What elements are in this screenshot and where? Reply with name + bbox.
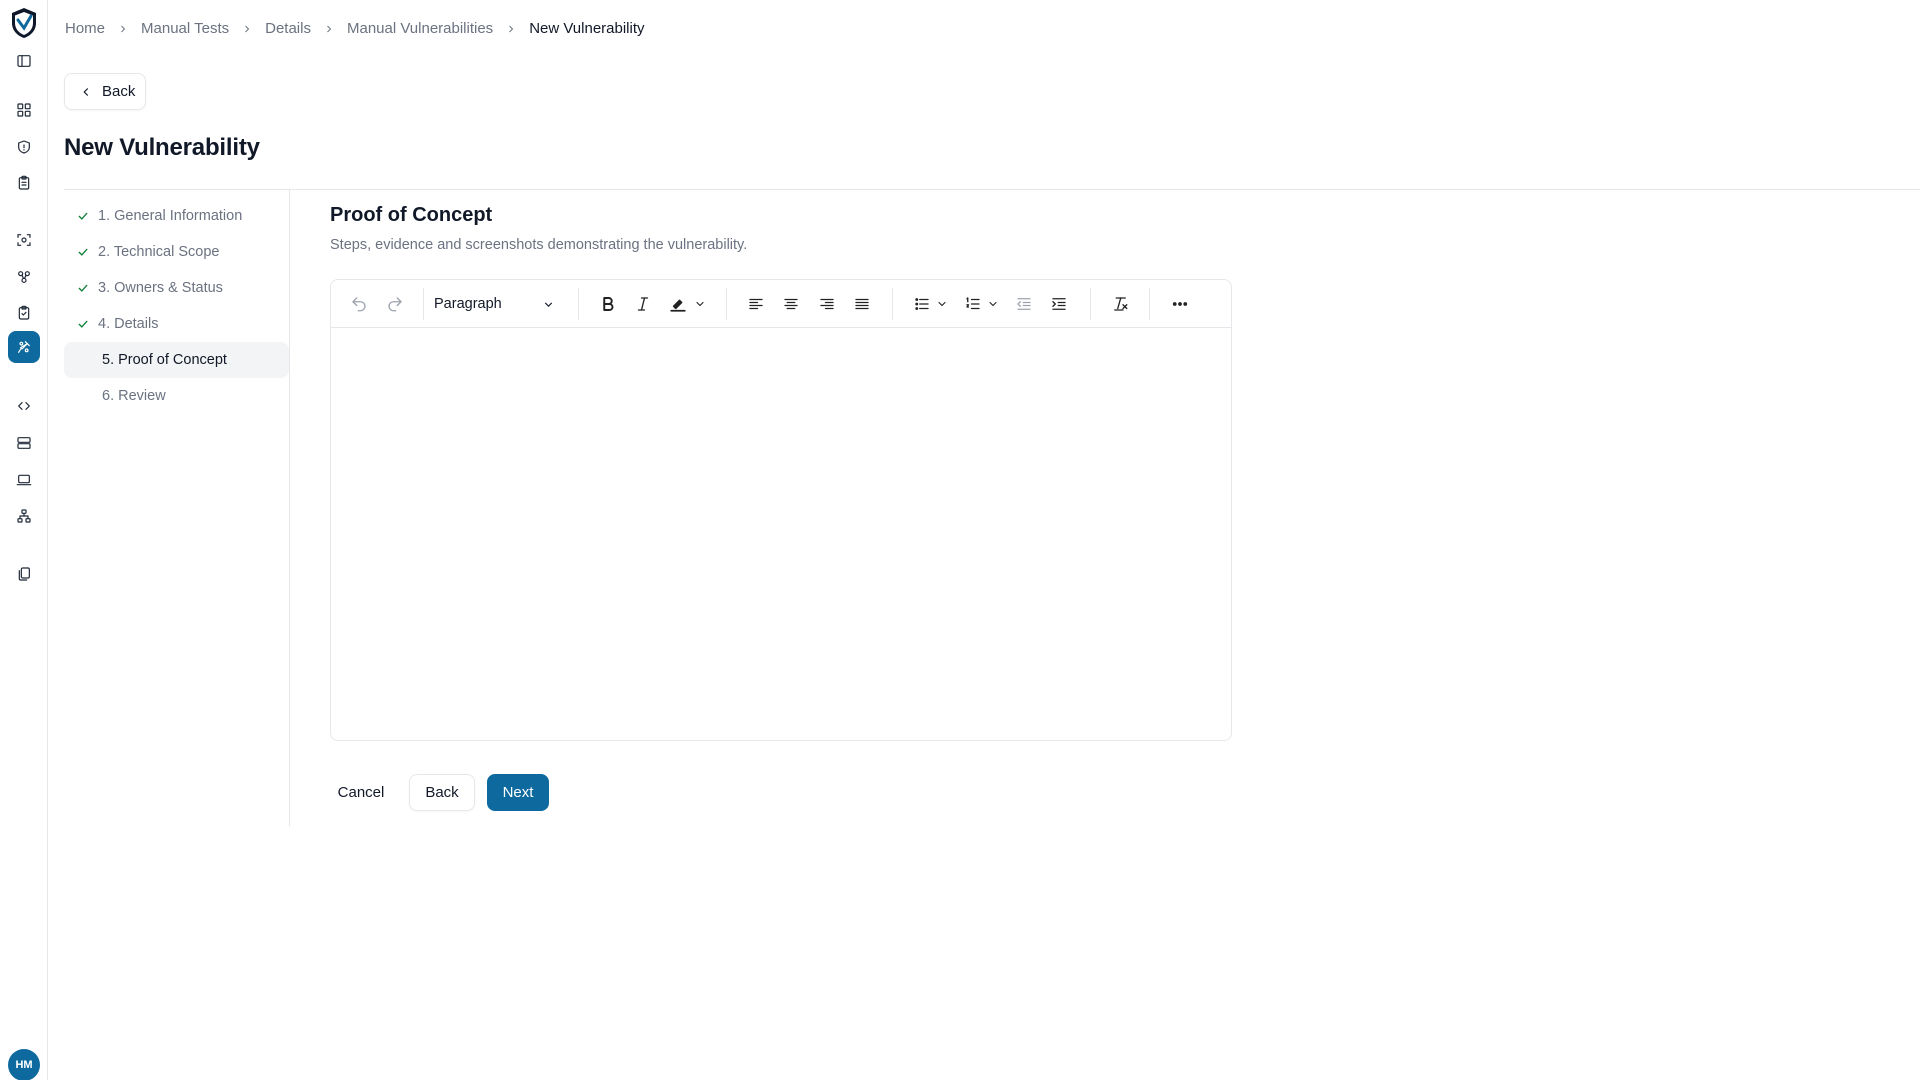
- breadcrumb-home[interactable]: Home: [65, 20, 105, 37]
- chevron-down-icon: [544, 301, 553, 307]
- laptop-icon[interactable]: [12, 468, 36, 492]
- more-options-icon[interactable]: [1168, 292, 1192, 316]
- redo-icon[interactable]: [383, 292, 407, 316]
- documents-icon[interactable]: [12, 562, 36, 586]
- align-right-icon[interactable]: [815, 292, 839, 316]
- app-logo[interactable]: [8, 6, 40, 40]
- italic-icon[interactable]: [631, 292, 655, 316]
- chevron-down-icon[interactable]: [986, 292, 1000, 316]
- clipboard-check-icon[interactable]: [12, 301, 36, 325]
- chevron-right-icon: [239, 21, 255, 37]
- editor-content-area[interactable]: [331, 328, 1231, 740]
- manual-tests-icon[interactable]: [8, 331, 40, 363]
- undo-icon[interactable]: [347, 292, 371, 316]
- numbered-list-icon[interactable]: [961, 292, 985, 316]
- chevron-left-icon: [83, 87, 89, 96]
- network-icon[interactable]: [12, 504, 36, 528]
- breadcrumb-manual-tests[interactable]: Manual Tests: [141, 20, 229, 37]
- check-icon: [76, 245, 90, 259]
- step-label: 6. Review: [102, 388, 166, 404]
- rich-text-editor: Paragraph: [330, 279, 1232, 741]
- user-avatar[interactable]: HM: [8, 1049, 40, 1080]
- toolbar-separator: [1149, 288, 1150, 320]
- back-nav-button[interactable]: Back: [64, 73, 146, 110]
- step-details[interactable]: 4. Details: [64, 306, 289, 342]
- page-title: New Vulnerability: [64, 134, 260, 161]
- step-technical-scope[interactable]: 2. Technical Scope: [64, 234, 289, 270]
- toggle-sidebar-icon[interactable]: [12, 49, 36, 73]
- step-label: 3. Owners & Status: [98, 280, 223, 296]
- dashboard-icon[interactable]: [12, 98, 36, 122]
- chevron-right-icon: [503, 21, 519, 37]
- step-proof-of-concept[interactable]: 5. Proof of Concept: [64, 342, 289, 378]
- check-icon: [76, 209, 90, 223]
- scan-icon[interactable]: [12, 228, 36, 252]
- integrations-icon[interactable]: [12, 265, 36, 289]
- back-nav-label: Back: [102, 83, 136, 100]
- section-title: Proof of Concept: [330, 204, 493, 226]
- check-icon: [76, 281, 90, 295]
- step-general-information[interactable]: 1. General Information: [64, 198, 289, 234]
- bullet-list-icon[interactable]: [910, 292, 934, 316]
- highlight-icon[interactable]: [666, 292, 690, 316]
- vertical-divider: [289, 190, 290, 826]
- breadcrumb-current: New Vulnerability: [529, 20, 645, 37]
- next-button[interactable]: Next: [487, 774, 549, 811]
- align-center-icon[interactable]: [779, 292, 803, 316]
- chevron-right-icon: [321, 21, 337, 37]
- toolbar-separator: [423, 288, 424, 320]
- clear-formatting-icon[interactable]: [1108, 292, 1132, 316]
- bold-icon[interactable]: [596, 292, 620, 316]
- toolbar-separator: [578, 288, 579, 320]
- indent-icon[interactable]: [1047, 292, 1071, 316]
- align-justify-icon[interactable]: [850, 292, 874, 316]
- block-format-select[interactable]: Paragraph: [431, 292, 561, 316]
- toolbar-separator: [1090, 288, 1091, 320]
- cancel-button[interactable]: Cancel: [330, 774, 392, 811]
- section-description: Steps, evidence and screenshots demonstr…: [330, 237, 748, 253]
- breadcrumb: Home Manual Tests Details Manual Vulnera…: [65, 20, 645, 37]
- toolbar-separator: [892, 288, 893, 320]
- toolbar-separator: [726, 288, 727, 320]
- step-owners-status[interactable]: 3. Owners & Status: [64, 270, 289, 306]
- align-left-icon[interactable]: [744, 292, 768, 316]
- shield-icon[interactable]: [12, 135, 36, 159]
- chevron-right-icon: [115, 21, 131, 37]
- back-button[interactable]: Back: [409, 774, 475, 811]
- step-review[interactable]: 6. Review: [64, 378, 289, 414]
- step-label: 1. General Information: [98, 208, 243, 224]
- block-format-value: Paragraph: [434, 296, 502, 312]
- breadcrumb-details[interactable]: Details: [265, 20, 311, 37]
- form-actions: Cancel Back Next: [330, 774, 549, 811]
- chevron-down-icon[interactable]: [935, 292, 949, 316]
- divider: [64, 189, 1920, 190]
- outdent-icon[interactable]: [1012, 292, 1036, 316]
- server-icon[interactable]: [12, 431, 36, 455]
- step-label: 4. Details: [98, 316, 159, 332]
- side-rail: HM: [0, 0, 48, 1080]
- chevron-down-icon[interactable]: [693, 292, 707, 316]
- step-label: 2. Technical Scope: [98, 244, 220, 260]
- clipboard-icon[interactable]: [12, 171, 36, 195]
- wizard-steps: 1. General Information 2. Technical Scop…: [64, 198, 289, 414]
- step-label: 5. Proof of Concept: [102, 352, 227, 368]
- code-icon[interactable]: [12, 394, 36, 418]
- editor-toolbar: Paragraph: [331, 280, 1231, 328]
- breadcrumb-manual-vulnerabilities[interactable]: Manual Vulnerabilities: [347, 20, 493, 37]
- check-icon: [76, 317, 90, 331]
